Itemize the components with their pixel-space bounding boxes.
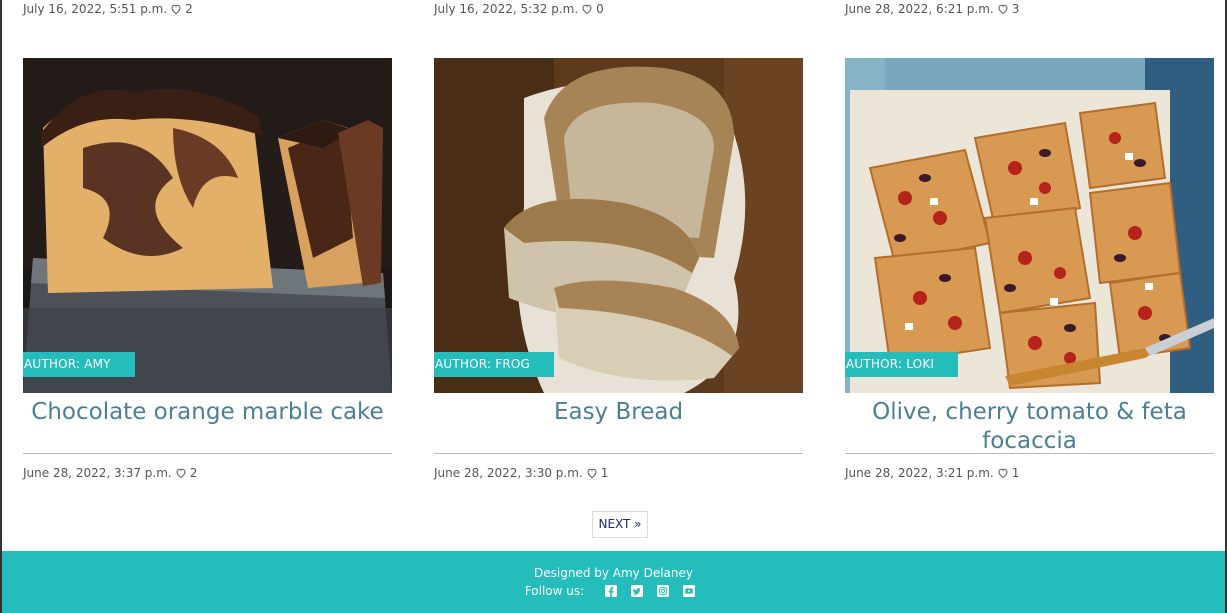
like-count: 2 — [185, 2, 193, 16]
heart-icon[interactable] — [997, 3, 1009, 15]
like-count: 2 — [189, 466, 198, 480]
instagram-icon[interactable] — [657, 585, 670, 597]
post-date: July 16, 2022, 5:32 p.m. — [434, 2, 579, 16]
twitter-icon[interactable] — [631, 585, 644, 597]
recipe-title[interactable]: Chocolate orange marble cake — [23, 398, 392, 454]
recipe-image[interactable]: AUTHOR: LOKI — [845, 58, 1214, 393]
recipe-image[interactable]: AUTHOR: FROG — [434, 58, 803, 393]
post-meta: June 28, 2022, 6:21 p.m. 3 — [845, 2, 1019, 16]
footer: Designed by Amy Delaney Follow us: — [2, 551, 1225, 613]
heart-icon[interactable] — [170, 3, 182, 15]
heart-icon[interactable] — [175, 467, 187, 479]
author-badge[interactable]: AUTHOR: LOKI — [845, 352, 959, 377]
recipe-card[interactable]: AUTHOR: FROG Easy Bread June 28, 2022, 3… — [434, 58, 803, 480]
post-meta: June 28, 2022, 3:30 p.m. 1 — [434, 466, 803, 480]
recipe-title[interactable]: Easy Bread — [434, 398, 803, 454]
post-date: June 28, 2022, 6:21 p.m. — [845, 2, 994, 16]
page: July 16, 2022, 5:51 p.m. 2 July 16, 2022… — [0, 0, 1227, 613]
post-date: June 28, 2022, 3:37 p.m. — [23, 466, 172, 480]
next-page-button[interactable]: NEXT » — [592, 511, 648, 538]
social-links: Follow us: — [2, 584, 1225, 598]
heart-icon[interactable] — [581, 3, 593, 15]
footer-credit: Designed by Amy Delaney — [534, 566, 693, 580]
author-badge[interactable]: AUTHOR: FROG — [434, 352, 555, 377]
facebook-icon[interactable] — [605, 585, 618, 597]
like-count: 0 — [596, 2, 604, 16]
recipe-card[interactable]: AUTHOR: LOKI Olive, cherry tomato & feta… — [845, 58, 1214, 480]
like-count: 1 — [1011, 466, 1020, 480]
recipe-title[interactable]: Olive, cherry tomato & feta focaccia — [845, 398, 1214, 454]
recipe-image[interactable]: AUTHOR: AMY — [23, 58, 392, 393]
heart-icon[interactable] — [997, 467, 1009, 479]
post-meta: June 28, 2022, 3:37 p.m. 2 — [23, 466, 392, 480]
post-date: July 16, 2022, 5:51 p.m. — [23, 2, 168, 16]
post-meta: July 16, 2022, 5:32 p.m. 0 — [434, 2, 604, 16]
follow-label: Follow us: — [524, 584, 585, 598]
heart-icon[interactable] — [586, 467, 598, 479]
like-count: 3 — [1011, 2, 1020, 16]
like-count: 1 — [600, 466, 609, 480]
post-date: June 28, 2022, 3:30 p.m. — [434, 466, 583, 480]
post-meta: July 16, 2022, 5:51 p.m. 2 — [23, 2, 193, 16]
post-date: June 28, 2022, 3:21 p.m. — [845, 466, 994, 480]
post-meta: June 28, 2022, 3:21 p.m. 1 — [845, 466, 1214, 480]
author-badge[interactable]: AUTHOR: AMY — [23, 352, 135, 377]
recipe-card[interactable]: AUTHOR: AMY Chocolate orange marble cake… — [23, 58, 392, 480]
youtube-icon[interactable] — [683, 585, 696, 597]
